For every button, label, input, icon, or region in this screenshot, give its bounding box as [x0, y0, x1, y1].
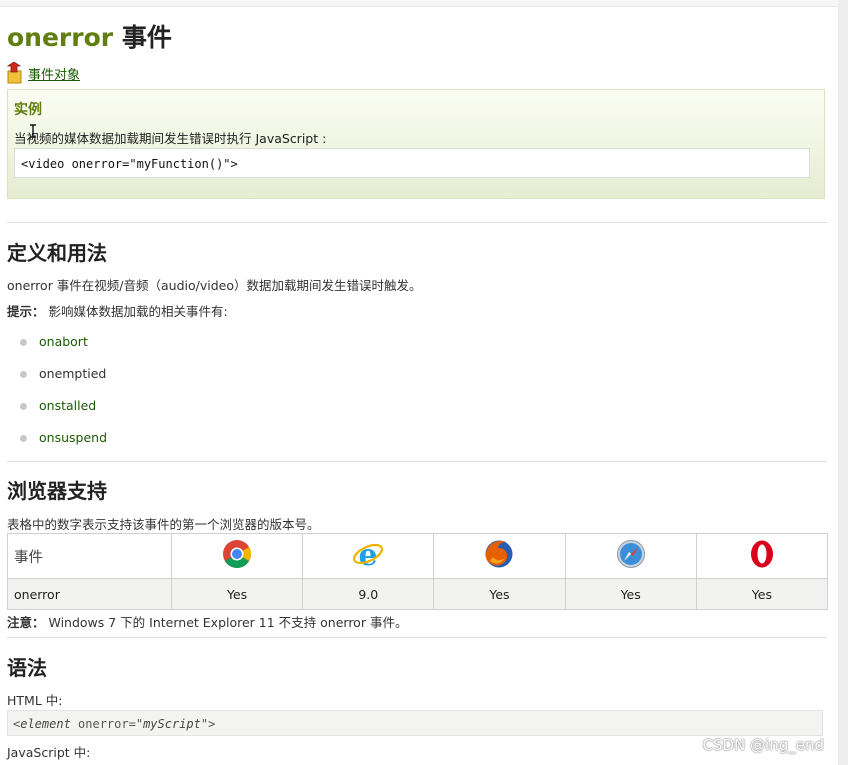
browser-safari: [564, 533, 697, 579]
browser-support-table: 事件 e onerror Yes 9.0 Yes Yes Yes: [7, 533, 829, 610]
support-value-safari: Yes: [564, 578, 697, 610]
bullet-icon: [20, 435, 27, 442]
note-line: 注意： Windows 7 下的 Internet Explorer 11 不支…: [7, 612, 407, 631]
browser-internet-explorer: e: [302, 533, 435, 579]
support-value-chrome: Yes: [170, 578, 304, 610]
example-heading: 实例: [14, 102, 42, 118]
browser-support-intro: 表格中的数字表示支持该事件的第一个浏览器的版本号。: [7, 517, 320, 532]
syntax-html-label: HTML 中:: [7, 693, 63, 708]
divider: [7, 461, 827, 462]
table-header-row: 事件 e: [7, 533, 829, 579]
note-label: 注意：: [7, 615, 45, 630]
list-item: onemptied: [18, 364, 107, 396]
title-event-name: onerror: [7, 23, 114, 52]
browser-support-heading: 浏览器支持: [7, 479, 107, 503]
scrollbar-track[interactable]: [838, 0, 848, 765]
event-link-onsuspend[interactable]: onsuspend: [39, 430, 107, 445]
definition-text: onerror 事件在视频/音频（audio/video）数据加载期间发生错误时…: [7, 278, 422, 293]
bullet-icon: [20, 403, 27, 410]
list-item: onsuspend: [18, 428, 107, 460]
list-item: onstalled: [18, 396, 107, 428]
opera-icon: [750, 540, 773, 568]
divider: [7, 222, 827, 223]
related-events-list: onabort onemptied onstalled onsuspend: [18, 332, 107, 460]
syntax-html-code: <element onerror="myScript">: [7, 710, 823, 736]
table-row: onerror Yes 9.0 Yes Yes Yes: [7, 578, 829, 610]
support-value-ie: 9.0: [302, 578, 435, 610]
svg-text:e: e: [359, 538, 378, 570]
syntax-js-label: JavaScript 中:: [7, 745, 91, 760]
row-event-name: onerror: [7, 578, 172, 610]
tip-line: 提示： 影响媒体数据加载的相关事件有:: [7, 301, 228, 320]
safari-icon: [616, 540, 645, 568]
bullet-icon: [20, 371, 27, 378]
text-cursor-icon: [30, 124, 36, 138]
list-item: onabort: [18, 332, 107, 364]
example-code: <video onerror="myFunction()">: [14, 148, 810, 178]
title-suffix: 事件: [121, 23, 172, 52]
watermark: CSDN @ing_end: [702, 736, 825, 754]
back-link[interactable]: 事件对象: [7, 60, 80, 84]
example-description: 当视频的媒体数据加载期间发生错误时执行 JavaScript :: [14, 131, 327, 146]
tip-text: 影响媒体数据加载的相关事件有:: [44, 304, 228, 319]
event-onemptied: onemptied: [39, 366, 107, 381]
back-link-label[interactable]: 事件对象: [28, 64, 80, 83]
code-element-placeholder: element: [20, 717, 71, 731]
code-script-placeholder: myScript: [143, 717, 201, 731]
tip-label: 提示：: [7, 304, 45, 319]
divider: [7, 637, 827, 638]
example-box: 实例 当视频的媒体数据加载期间发生错误时执行 JavaScript : <vid…: [7, 89, 825, 199]
support-value-opera: Yes: [695, 578, 829, 610]
support-value-firefox: Yes: [433, 578, 566, 610]
code-bracket: ">: [200, 717, 216, 731]
article-content: onerror 事件 事件对象 实例 当视频的媒体数据加载期间发生错误时执行 J…: [0, 0, 838, 765]
firefox-icon: [485, 540, 513, 568]
event-link-onabort[interactable]: onabort: [39, 334, 88, 349]
internet-explorer-icon: e: [353, 538, 384, 573]
browser-firefox: [433, 533, 566, 579]
browser-opera: [695, 533, 829, 579]
column-header-event: 事件: [7, 533, 172, 579]
code-attribute: onerror=": [70, 717, 144, 731]
bullet-icon: [20, 339, 27, 346]
page-title: onerror 事件: [7, 18, 172, 54]
definition-heading: 定义和用法: [7, 241, 107, 265]
syntax-heading: 语法: [7, 656, 47, 680]
event-link-onstalled[interactable]: onstalled: [39, 398, 96, 413]
chrome-icon: [223, 540, 252, 568]
note-text: Windows 7 下的 Internet Explorer 11 不支持 on…: [44, 615, 408, 630]
browser-chrome: [170, 533, 304, 579]
back-arrow-icon: [7, 62, 22, 84]
